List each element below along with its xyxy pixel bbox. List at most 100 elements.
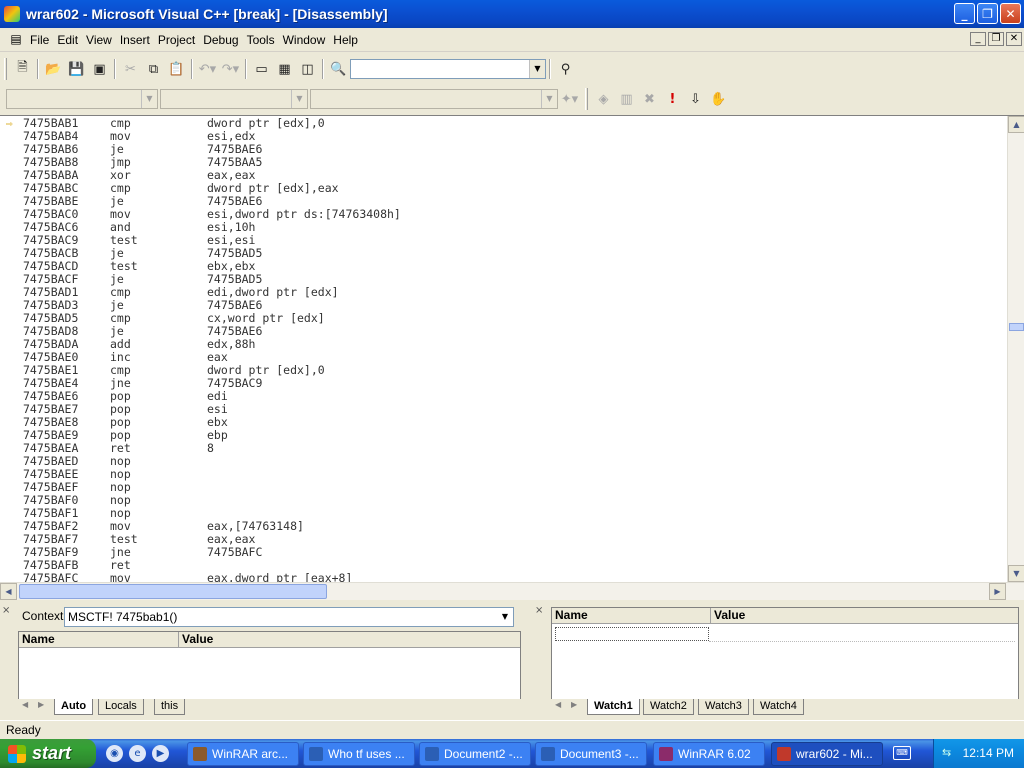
disassembly-line[interactable]: 7475BACD test ebx,ebx bbox=[0, 260, 1000, 273]
menu-view[interactable]: View bbox=[82, 33, 116, 47]
disassembly-line[interactable]: 7475BAE0 inc eax bbox=[0, 351, 1000, 364]
disassembly-listing[interactable]: ⇨ 7475BAB1 cmp dword ptr [edx],0 7475BAB4 mov… bbox=[0, 116, 1006, 583]
breakpoint-hand-icon[interactable]: ✋ bbox=[707, 88, 730, 110]
find-combo[interactable]: ▼ bbox=[350, 59, 546, 79]
tab-this[interactable]: this bbox=[154, 699, 186, 715]
tab-scroll-right-icon[interactable]: ▶ bbox=[571, 700, 577, 709]
disassembly-line[interactable]: 7475BAEA ret 8 bbox=[0, 442, 1000, 455]
disassembly-line[interactable]: 7475BAEE nop bbox=[0, 468, 1000, 481]
media-player-icon[interactable]: ▶ bbox=[152, 745, 169, 762]
disassembly-line[interactable]: 7475BAD5 cmp cx,word ptr [edx] bbox=[0, 312, 1000, 325]
save-all-icon[interactable]: ▣ bbox=[88, 58, 111, 80]
redo-icon[interactable]: ↷▾ bbox=[219, 58, 242, 80]
scroll-down-icon[interactable]: ▼ bbox=[1008, 565, 1024, 582]
disassembly-line[interactable]: 7475BAE8 pop ebx bbox=[0, 416, 1000, 429]
stop-build-icon[interactable]: ✖ bbox=[638, 88, 661, 110]
watch-col-value[interactable]: Value bbox=[711, 608, 1018, 624]
disassembly-line[interactable]: 7475BAC9 test esi,esi bbox=[0, 234, 1000, 247]
class-combo-dropdown-icon[interactable]: ▼ bbox=[141, 90, 157, 108]
tab-watch3[interactable]: Watch3 bbox=[698, 699, 749, 715]
disassembly-line[interactable]: 7475BAB8 jmp 7475BAA5 bbox=[0, 156, 1000, 169]
watch-col-name[interactable]: Name bbox=[552, 608, 711, 624]
menu-edit[interactable]: Edit bbox=[53, 33, 82, 47]
disassembly-line[interactable]: 7475BAE6 pop edi bbox=[0, 390, 1000, 403]
disassembly-line[interactable]: 7475BABA xor eax,eax bbox=[0, 169, 1000, 182]
taskbar-button[interactable]: WinRAR arc... bbox=[187, 742, 299, 766]
visual-cpp-app-icon[interactable] bbox=[4, 6, 20, 22]
disassembly-line[interactable]: 7475BAFC mov eax,dword ptr [eax+8] bbox=[0, 572, 1000, 583]
pane-grip-icon[interactable]: ⨯ bbox=[2, 605, 12, 616]
mdi-restore-button[interactable]: ❐ bbox=[988, 32, 1004, 46]
title-bar[interactable]: wrar602 - Microsoft Visual C++ [break] -… bbox=[0, 0, 1024, 28]
disassembly-line[interactable]: 7475BAF9 jne 7475BAFC bbox=[0, 546, 1000, 559]
disassembly-line[interactable]: 7475BAD3 je 7475BAE6 bbox=[0, 299, 1000, 312]
scroll-right-icon[interactable]: ▶ bbox=[989, 583, 1006, 600]
paste-icon[interactable]: 📋 bbox=[165, 58, 188, 80]
taskbar-button[interactable]: WinRAR 6.02 bbox=[653, 742, 765, 766]
wizard-wand-icon[interactable]: ✦▾ bbox=[558, 88, 581, 110]
disassembly-line[interactable]: 7475BAE1 cmp dword ptr [edx],0 bbox=[0, 364, 1000, 377]
close-button[interactable]: ✕ bbox=[1000, 3, 1021, 24]
toolbar-grip[interactable] bbox=[585, 88, 588, 110]
disassembly-line[interactable]: 7475BAF7 test eax,eax bbox=[0, 533, 1000, 546]
tab-auto[interactable]: Auto bbox=[54, 699, 94, 715]
disassembly-line[interactable]: 7475BAC0 mov esi,dword ptr ds:[74763408h] bbox=[0, 208, 1000, 221]
disassembly-line[interactable]: 7475BAD8 je 7475BAE6 bbox=[0, 325, 1000, 338]
taskbar-button[interactable]: Document2 -... bbox=[419, 742, 531, 766]
filter-combo[interactable]: ▼ bbox=[160, 89, 308, 109]
window-list-icon[interactable]: ◫ bbox=[296, 58, 319, 80]
horizontal-scroll-thumb[interactable] bbox=[19, 584, 327, 599]
menu-window[interactable]: Window bbox=[279, 33, 330, 47]
watch-window[interactable]: ⨯ Name Value ◀ ▶ Watch1 Watch2 Watch3 Watch… bbox=[533, 601, 1024, 718]
build-icon[interactable]: ▥ bbox=[615, 88, 638, 110]
disassembly-line[interactable]: 7475BAC6 and esi,10h bbox=[0, 221, 1000, 234]
tab-locals[interactable]: Locals bbox=[98, 699, 144, 715]
watch-new-entry-cell[interactable] bbox=[555, 627, 709, 641]
go-icon[interactable]: ⇩ bbox=[684, 88, 707, 110]
context-combo[interactable]: MSCTF! 7475bab1() ▼ bbox=[64, 607, 514, 627]
copy-icon[interactable]: ⧉ bbox=[142, 58, 165, 80]
disassembly-line[interactable]: ⇨ 7475BAB1 cmp dword ptr [edx],0 bbox=[0, 117, 1000, 130]
keyboard-language-icon[interactable]: ⌨ bbox=[893, 746, 911, 760]
undo-icon[interactable]: ↶▾ bbox=[196, 58, 219, 80]
output-window-icon[interactable]: ▦ bbox=[273, 58, 296, 80]
disassembly-vertical-scrollbar[interactable]: ▲ ▼ bbox=[1007, 116, 1024, 582]
tab-watch4[interactable]: Watch4 bbox=[753, 699, 804, 715]
disassembly-line[interactable]: 7475BAEF nop bbox=[0, 481, 1000, 494]
internet-explorer-icon[interactable]: e bbox=[129, 745, 146, 762]
save-icon[interactable]: 💾 bbox=[65, 58, 88, 80]
variables-window[interactable]: ⨯ Context: MSCTF! 7475bab1() ▼ Name Valu… bbox=[0, 601, 530, 718]
disassembly-line[interactable]: 7475BAF1 nop bbox=[0, 507, 1000, 520]
disassembly-line[interactable]: 7475BADA add edx,88h bbox=[0, 338, 1000, 351]
compile-icon[interactable]: ◈ bbox=[592, 88, 615, 110]
find-binoculars-icon[interactable]: ⚲ bbox=[554, 58, 577, 80]
clock[interactable]: 12:14 PM bbox=[963, 746, 1014, 760]
variables-col-name[interactable]: Name bbox=[19, 632, 179, 648]
workspace-icon[interactable]: ▭ bbox=[250, 58, 273, 80]
network-icon[interactable]: ⇆ bbox=[942, 746, 956, 760]
taskbar-button[interactable]: Who tf uses ... bbox=[303, 742, 415, 766]
tab-watch1[interactable]: Watch1 bbox=[587, 699, 640, 715]
disassembly-line[interactable]: 7475BAE4 jne 7475BAC9 bbox=[0, 377, 1000, 390]
disassembly-line[interactable]: 7475BABE je 7475BAE6 bbox=[0, 195, 1000, 208]
filter-combo-dropdown-icon[interactable]: ▼ bbox=[291, 90, 307, 108]
tab-scroll-left-icon[interactable]: ◀ bbox=[555, 700, 561, 709]
disassembly-line[interactable]: 7475BABC cmp dword ptr [edx],eax bbox=[0, 182, 1000, 195]
restore-button[interactable]: ❐ bbox=[977, 3, 998, 24]
start-button[interactable]: start bbox=[0, 739, 96, 768]
open-folder-icon[interactable]: 📂 bbox=[42, 58, 65, 80]
disassembly-document-icon[interactable]: ▤ bbox=[8, 32, 24, 48]
class-combo[interactable]: ▼ bbox=[6, 89, 158, 109]
pane-grip-icon[interactable]: ⨯ bbox=[535, 605, 545, 616]
disassembly-line[interactable]: 7475BAD1 cmp edi,dword ptr [edx] bbox=[0, 286, 1000, 299]
variables-col-value[interactable]: Value bbox=[179, 632, 520, 648]
context-dropdown-icon[interactable]: ▼ bbox=[497, 608, 513, 626]
show-desktop-icon[interactable]: ◉ bbox=[106, 745, 123, 762]
disassembly-line[interactable]: 7475BAE9 pop ebp bbox=[0, 429, 1000, 442]
execute-exclamation-icon[interactable]: ! bbox=[661, 88, 684, 110]
menu-file[interactable]: File bbox=[26, 33, 53, 47]
menu-help[interactable]: Help bbox=[329, 33, 362, 47]
disassembly-horizontal-scrollbar[interactable]: ◀ ▶ bbox=[0, 582, 1024, 600]
disassembly-line[interactable]: 7475BAFB ret bbox=[0, 559, 1000, 572]
disassembly-line[interactable]: 7475BAB4 mov esi,edx bbox=[0, 130, 1000, 143]
